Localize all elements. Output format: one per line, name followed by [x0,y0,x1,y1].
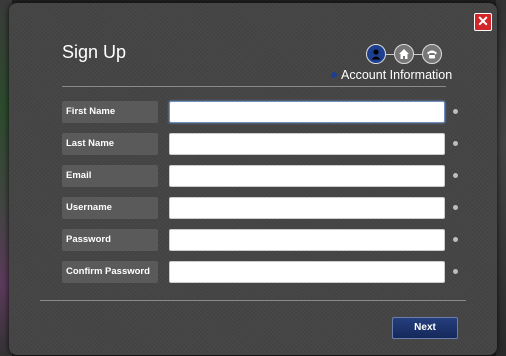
step-title: Account Information [331,68,452,82]
form-row-username: Username [62,197,462,219]
step-user [366,44,386,64]
form-row-last-name: Last Name [62,133,462,155]
step-home [394,44,414,64]
username-label: Username [62,197,158,219]
username-field[interactable] [169,197,445,219]
email-label: Email [62,165,158,187]
page-title: Sign Up [62,42,127,62]
footer-divider [40,300,466,301]
required-dot-icon [453,173,458,178]
first-name-label: First Name [62,101,158,123]
close-button[interactable]: ✕ [474,13,492,31]
password-field[interactable] [169,229,445,251]
step-indicator [366,44,446,66]
required-dot-icon [453,141,458,146]
last-name-field[interactable] [169,133,445,155]
confirm-password-field[interactable] [169,261,445,283]
background-right [496,0,506,356]
password-label: Password [62,229,158,251]
form-row-password: Password [62,229,462,251]
step-connector [414,54,422,55]
home-icon [399,49,409,59]
email-field[interactable] [169,165,445,187]
form-row-first-name: First Name [62,101,462,123]
step-connector [386,54,394,55]
confirm-password-label: Confirm Password [62,261,158,283]
divider [62,86,446,87]
required-dot-icon [453,269,458,274]
step-title-text: Account Information [341,68,453,82]
user-icon [371,49,381,60]
required-dot-icon [453,237,458,242]
step-contact [422,44,442,64]
next-button[interactable]: Next [392,317,458,339]
close-icon: ✕ [477,13,489,29]
bullet-icon [331,71,337,78]
required-dot-icon [453,109,458,114]
first-name-field[interactable] [169,101,445,123]
phone-icon [427,50,437,59]
form-row-confirm-password: Confirm Password [62,261,462,283]
last-name-label: Last Name [62,133,158,155]
form-row-email: Email [62,165,462,187]
required-dot-icon [453,205,458,210]
